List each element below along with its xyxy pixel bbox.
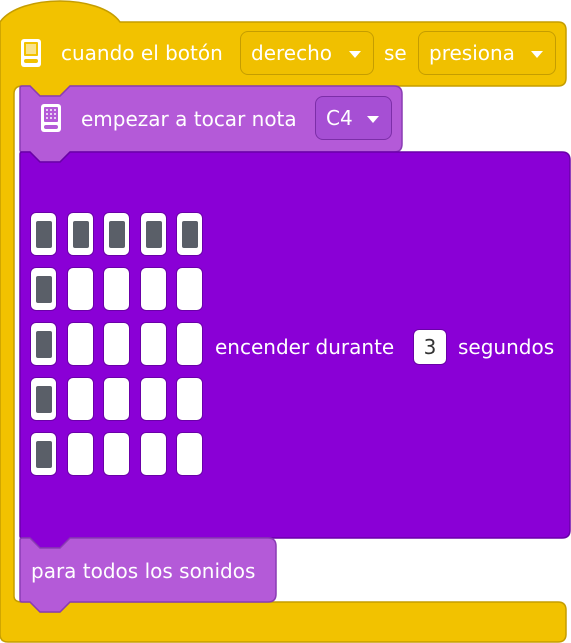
led-cell-r0-c0[interactable] (30, 212, 57, 256)
led-cell-r4-c3[interactable] (139, 432, 167, 476)
led-cell-r0-c3[interactable] (139, 212, 167, 256)
led-cell-r1-c0[interactable] (30, 267, 57, 311)
led-cell-r2-c2[interactable] (103, 322, 130, 366)
display-label-after: segundos (458, 335, 555, 359)
led-cell-r4-c0[interactable] (30, 432, 57, 476)
button-dropdown[interactable]: derecho (240, 31, 374, 75)
led-cell-r3-c3[interactable] (139, 377, 167, 421)
led-cell-r0-c4[interactable] (176, 212, 203, 256)
led-cell-r3-c2[interactable] (103, 377, 130, 421)
led-cell-r4-c1[interactable] (66, 432, 94, 476)
stop-label: para todos los sonidos (31, 559, 256, 583)
led-cell-r1-c2[interactable] (103, 267, 130, 311)
led-cell-r2-c4[interactable] (176, 322, 203, 366)
hat-label: cuando el botón (61, 41, 223, 65)
hat-middle-label: se (384, 41, 407, 65)
led-cell-r3-c1[interactable] (66, 377, 94, 421)
led-cell-r1-c4[interactable] (176, 267, 203, 311)
note-label: empezar a tocar nota (81, 107, 297, 131)
led-cell-r2-c3[interactable] (139, 322, 167, 366)
hub-icon (21, 39, 41, 67)
led-cell-r4-c2[interactable] (103, 432, 130, 476)
led-cell-r3-c4[interactable] (176, 377, 203, 421)
note-dropdown[interactable]: C4 (315, 96, 392, 140)
chevron-down-icon (367, 116, 379, 123)
speaker-hub-icon (41, 104, 61, 132)
led-cell-r4-c4[interactable] (176, 432, 203, 476)
led-cell-r1-c1[interactable] (66, 267, 94, 311)
display-label-before: encender durante (215, 335, 395, 359)
led-cell-r1-c3[interactable] (139, 267, 167, 311)
button-dropdown-value: derecho (251, 41, 332, 65)
led-cell-r0-c1[interactable] (66, 212, 94, 256)
note-dropdown-value: C4 (326, 106, 353, 130)
action-dropdown[interactable]: presiona (418, 31, 556, 75)
seconds-input[interactable]: 3 (413, 329, 447, 365)
led-cell-r2-c1[interactable] (66, 322, 94, 366)
led-cell-r2-c0[interactable] (30, 322, 57, 366)
chevron-down-icon (349, 51, 361, 58)
chevron-down-icon (531, 51, 543, 58)
led-cell-r0-c2[interactable] (103, 212, 130, 256)
action-dropdown-value: presiona (429, 41, 515, 65)
led-cell-r3-c0[interactable] (30, 377, 57, 421)
